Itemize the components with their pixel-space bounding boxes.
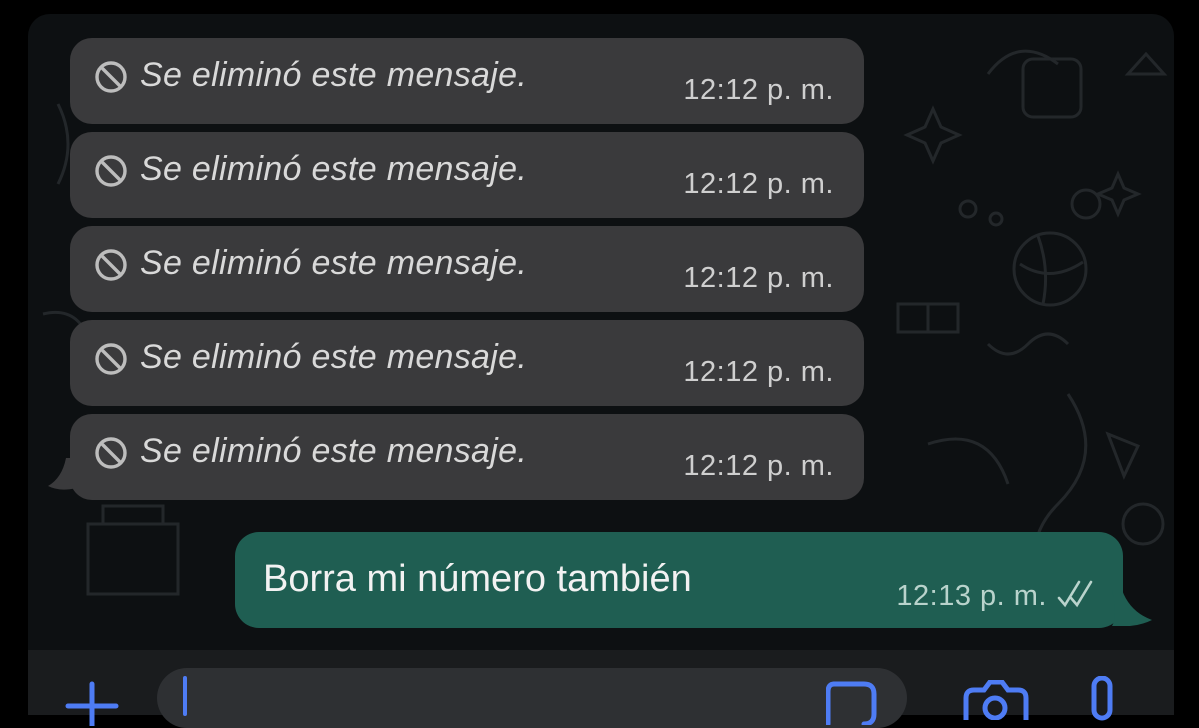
message-time: 12:13 p. m. — [896, 580, 1047, 612]
message-time: 12:12 p. m. — [683, 356, 834, 388]
message-bubble-incoming[interactable]: Se eliminó este mensaje. 12:12 p. m. — [70, 414, 864, 500]
message-input[interactable] — [157, 668, 907, 728]
deleted-message-ban-icon — [95, 437, 127, 469]
text-caret — [183, 676, 187, 716]
deleted-message-ban-icon — [95, 343, 127, 375]
message-bubble-outgoing[interactable]: Borra mi número también 12:13 p. m. — [235, 532, 1123, 628]
message-text: Borra mi número también — [263, 558, 692, 600]
double-check-icon — [1057, 580, 1093, 608]
message-time: 12:12 p. m. — [683, 168, 834, 200]
microphone-icon[interactable] — [1082, 676, 1122, 721]
message-time: 12:12 p. m. — [683, 262, 834, 294]
sticker-icon[interactable] — [826, 680, 882, 725]
message-text: Se eliminó este mensaje. — [140, 56, 528, 94]
plus-icon[interactable] — [62, 676, 122, 726]
message-text: Se eliminó este mensaje. — [140, 338, 528, 376]
message-text: Se eliminó este mensaje. — [140, 432, 528, 470]
message-bubble-incoming[interactable]: Se eliminó este mensaje. 12:12 p. m. — [70, 320, 864, 406]
message-bubble-incoming[interactable]: Se eliminó este mensaje. 12:12 p. m. — [70, 226, 864, 312]
outgoing-bubble-tail — [1112, 590, 1152, 626]
message-time: 12:12 p. m. — [683, 74, 834, 106]
deleted-message-ban-icon — [95, 61, 127, 93]
message-bubble-incoming[interactable]: Se eliminó este mensaje. 12:12 p. m. — [70, 38, 864, 124]
message-text: Se eliminó este mensaje. — [140, 244, 528, 282]
incoming-bubble-tail — [48, 458, 76, 490]
message-bubble-incoming[interactable]: Se eliminó este mensaje. 12:12 p. m. — [70, 132, 864, 218]
camera-icon[interactable] — [960, 680, 1030, 720]
message-time: 12:12 p. m. — [683, 450, 834, 482]
deleted-message-ban-icon — [95, 249, 127, 281]
message-text: Se eliminó este mensaje. — [140, 150, 528, 188]
deleted-message-ban-icon — [95, 155, 127, 187]
